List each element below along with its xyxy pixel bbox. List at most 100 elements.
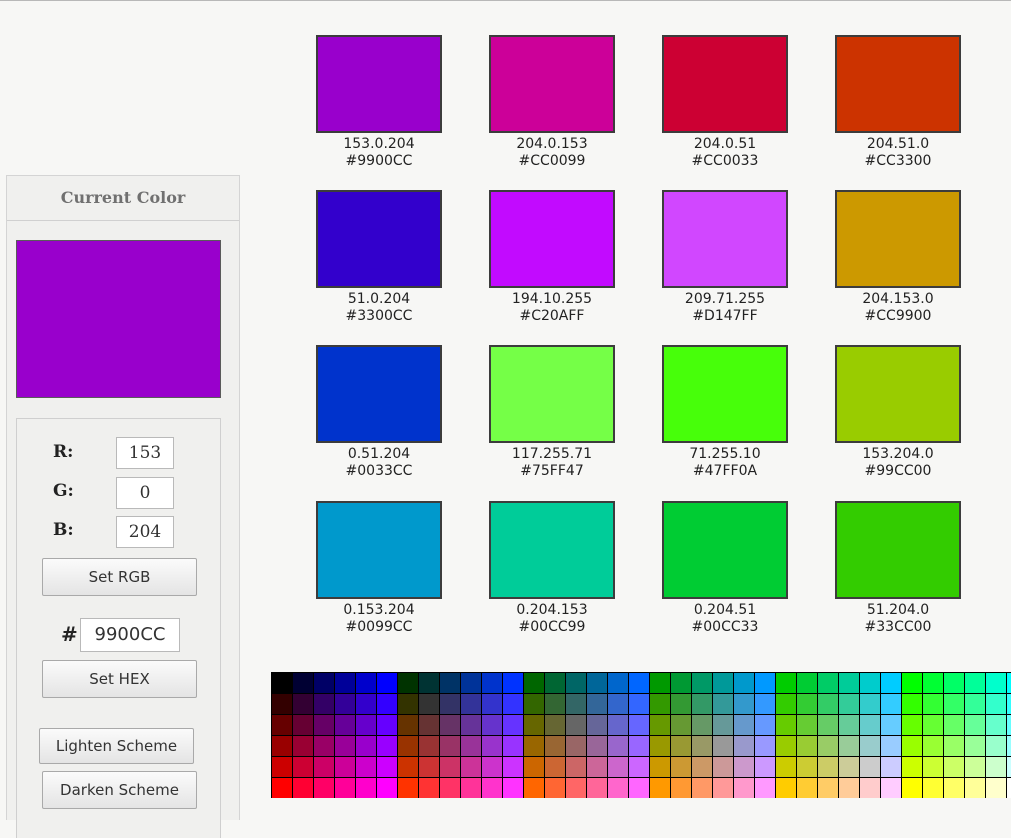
palette-cell[interactable] <box>482 736 502 756</box>
palette-cell[interactable] <box>986 757 1006 777</box>
palette-cell[interactable] <box>314 694 334 714</box>
palette-cell[interactable] <box>419 736 439 756</box>
palette-cell[interactable] <box>545 778 565 798</box>
palette-cell[interactable] <box>356 736 376 756</box>
palette-cell[interactable] <box>440 673 460 693</box>
color-swatch[interactable] <box>835 35 961 133</box>
palette-cell[interactable] <box>923 673 943 693</box>
palette-cell[interactable] <box>923 736 943 756</box>
palette-cell[interactable] <box>839 715 859 735</box>
color-swatch[interactable] <box>662 190 788 288</box>
palette-cell[interactable] <box>440 715 460 735</box>
palette-cell[interactable] <box>671 694 691 714</box>
palette-cell[interactable] <box>377 736 397 756</box>
palette-cell[interactable] <box>461 778 481 798</box>
palette-cell[interactable] <box>335 715 355 735</box>
palette-cell[interactable] <box>923 715 943 735</box>
palette-cell[interactable] <box>944 715 964 735</box>
palette-cell[interactable] <box>482 715 502 735</box>
palette-cell[interactable] <box>755 736 775 756</box>
palette-cell[interactable] <box>860 673 880 693</box>
palette-cell[interactable] <box>734 757 754 777</box>
palette-cell[interactable] <box>776 694 796 714</box>
palette-cell[interactable] <box>713 673 733 693</box>
palette-cell[interactable] <box>293 757 313 777</box>
palette-cell[interactable] <box>944 673 964 693</box>
palette-cell[interactable] <box>503 673 523 693</box>
palette-cell[interactable] <box>524 673 544 693</box>
palette-cell[interactable] <box>860 715 880 735</box>
palette-cell[interactable] <box>398 715 418 735</box>
palette-cell[interactable] <box>524 736 544 756</box>
palette-cell[interactable] <box>965 736 985 756</box>
palette-cell[interactable] <box>755 778 775 798</box>
palette-cell[interactable] <box>419 673 439 693</box>
palette-cell[interactable] <box>965 715 985 735</box>
palette-cell[interactable] <box>314 715 334 735</box>
palette-cell[interactable] <box>293 778 313 798</box>
palette-cell[interactable] <box>902 778 922 798</box>
palette-cell[interactable] <box>692 736 712 756</box>
palette-cell[interactable] <box>503 778 523 798</box>
palette-cell[interactable] <box>419 715 439 735</box>
palette-cell[interactable] <box>902 673 922 693</box>
palette-cell[interactable] <box>1007 673 1011 693</box>
palette-cell[interactable] <box>881 694 901 714</box>
palette-cell[interactable] <box>755 673 775 693</box>
palette-cell[interactable] <box>314 673 334 693</box>
palette-cell[interactable] <box>692 715 712 735</box>
palette-cell[interactable] <box>440 757 460 777</box>
palette-cell[interactable] <box>839 736 859 756</box>
palette-cell[interactable] <box>293 694 313 714</box>
palette-cell[interactable] <box>608 673 628 693</box>
palette-cell[interactable] <box>902 694 922 714</box>
palette-cell[interactable] <box>356 694 376 714</box>
palette-cell[interactable] <box>818 715 838 735</box>
palette-cell[interactable] <box>524 694 544 714</box>
hex-input[interactable]: 9900CC <box>80 618 180 652</box>
palette-cell[interactable] <box>797 757 817 777</box>
palette-cell[interactable] <box>482 694 502 714</box>
palette-cell[interactable] <box>797 736 817 756</box>
palette-cell[interactable] <box>881 736 901 756</box>
palette-cell[interactable] <box>734 715 754 735</box>
palette-cell[interactable] <box>503 736 523 756</box>
darken-scheme-button[interactable]: Darken Scheme <box>42 771 197 809</box>
palette-cell[interactable] <box>629 673 649 693</box>
palette-cell[interactable] <box>629 778 649 798</box>
palette-cell[interactable] <box>482 757 502 777</box>
palette-cell[interactable] <box>335 736 355 756</box>
palette-cell[interactable] <box>1007 757 1011 777</box>
color-swatch[interactable] <box>835 190 961 288</box>
palette-cell[interactable] <box>293 673 313 693</box>
palette-cell[interactable] <box>734 778 754 798</box>
palette-cell[interactable] <box>356 673 376 693</box>
palette-cell[interactable] <box>356 778 376 798</box>
palette-cell[interactable] <box>797 694 817 714</box>
palette-cell[interactable] <box>692 673 712 693</box>
palette-cell[interactable] <box>419 778 439 798</box>
palette-cell[interactable] <box>545 736 565 756</box>
palette-cell[interactable] <box>566 778 586 798</box>
palette-cell[interactable] <box>860 736 880 756</box>
palette-cell[interactable] <box>545 715 565 735</box>
palette-cell[interactable] <box>440 736 460 756</box>
lighten-scheme-button[interactable]: Lighten Scheme <box>39 728 194 764</box>
palette-cell[interactable] <box>524 778 544 798</box>
palette-cell[interactable] <box>503 694 523 714</box>
palette-cell[interactable] <box>398 673 418 693</box>
palette-cell[interactable] <box>734 694 754 714</box>
palette-cell[interactable] <box>524 715 544 735</box>
palette-cell[interactable] <box>692 757 712 777</box>
palette-cell[interactable] <box>419 694 439 714</box>
palette-cell[interactable] <box>797 715 817 735</box>
palette-cell[interactable] <box>587 736 607 756</box>
palette-cell[interactable] <box>650 778 670 798</box>
color-swatch[interactable] <box>316 190 442 288</box>
palette-cell[interactable] <box>839 778 859 798</box>
palette-cell[interactable] <box>923 694 943 714</box>
palette-cell[interactable] <box>671 673 691 693</box>
color-swatch[interactable] <box>835 501 961 599</box>
palette-cell[interactable] <box>377 715 397 735</box>
palette-cell[interactable] <box>650 673 670 693</box>
